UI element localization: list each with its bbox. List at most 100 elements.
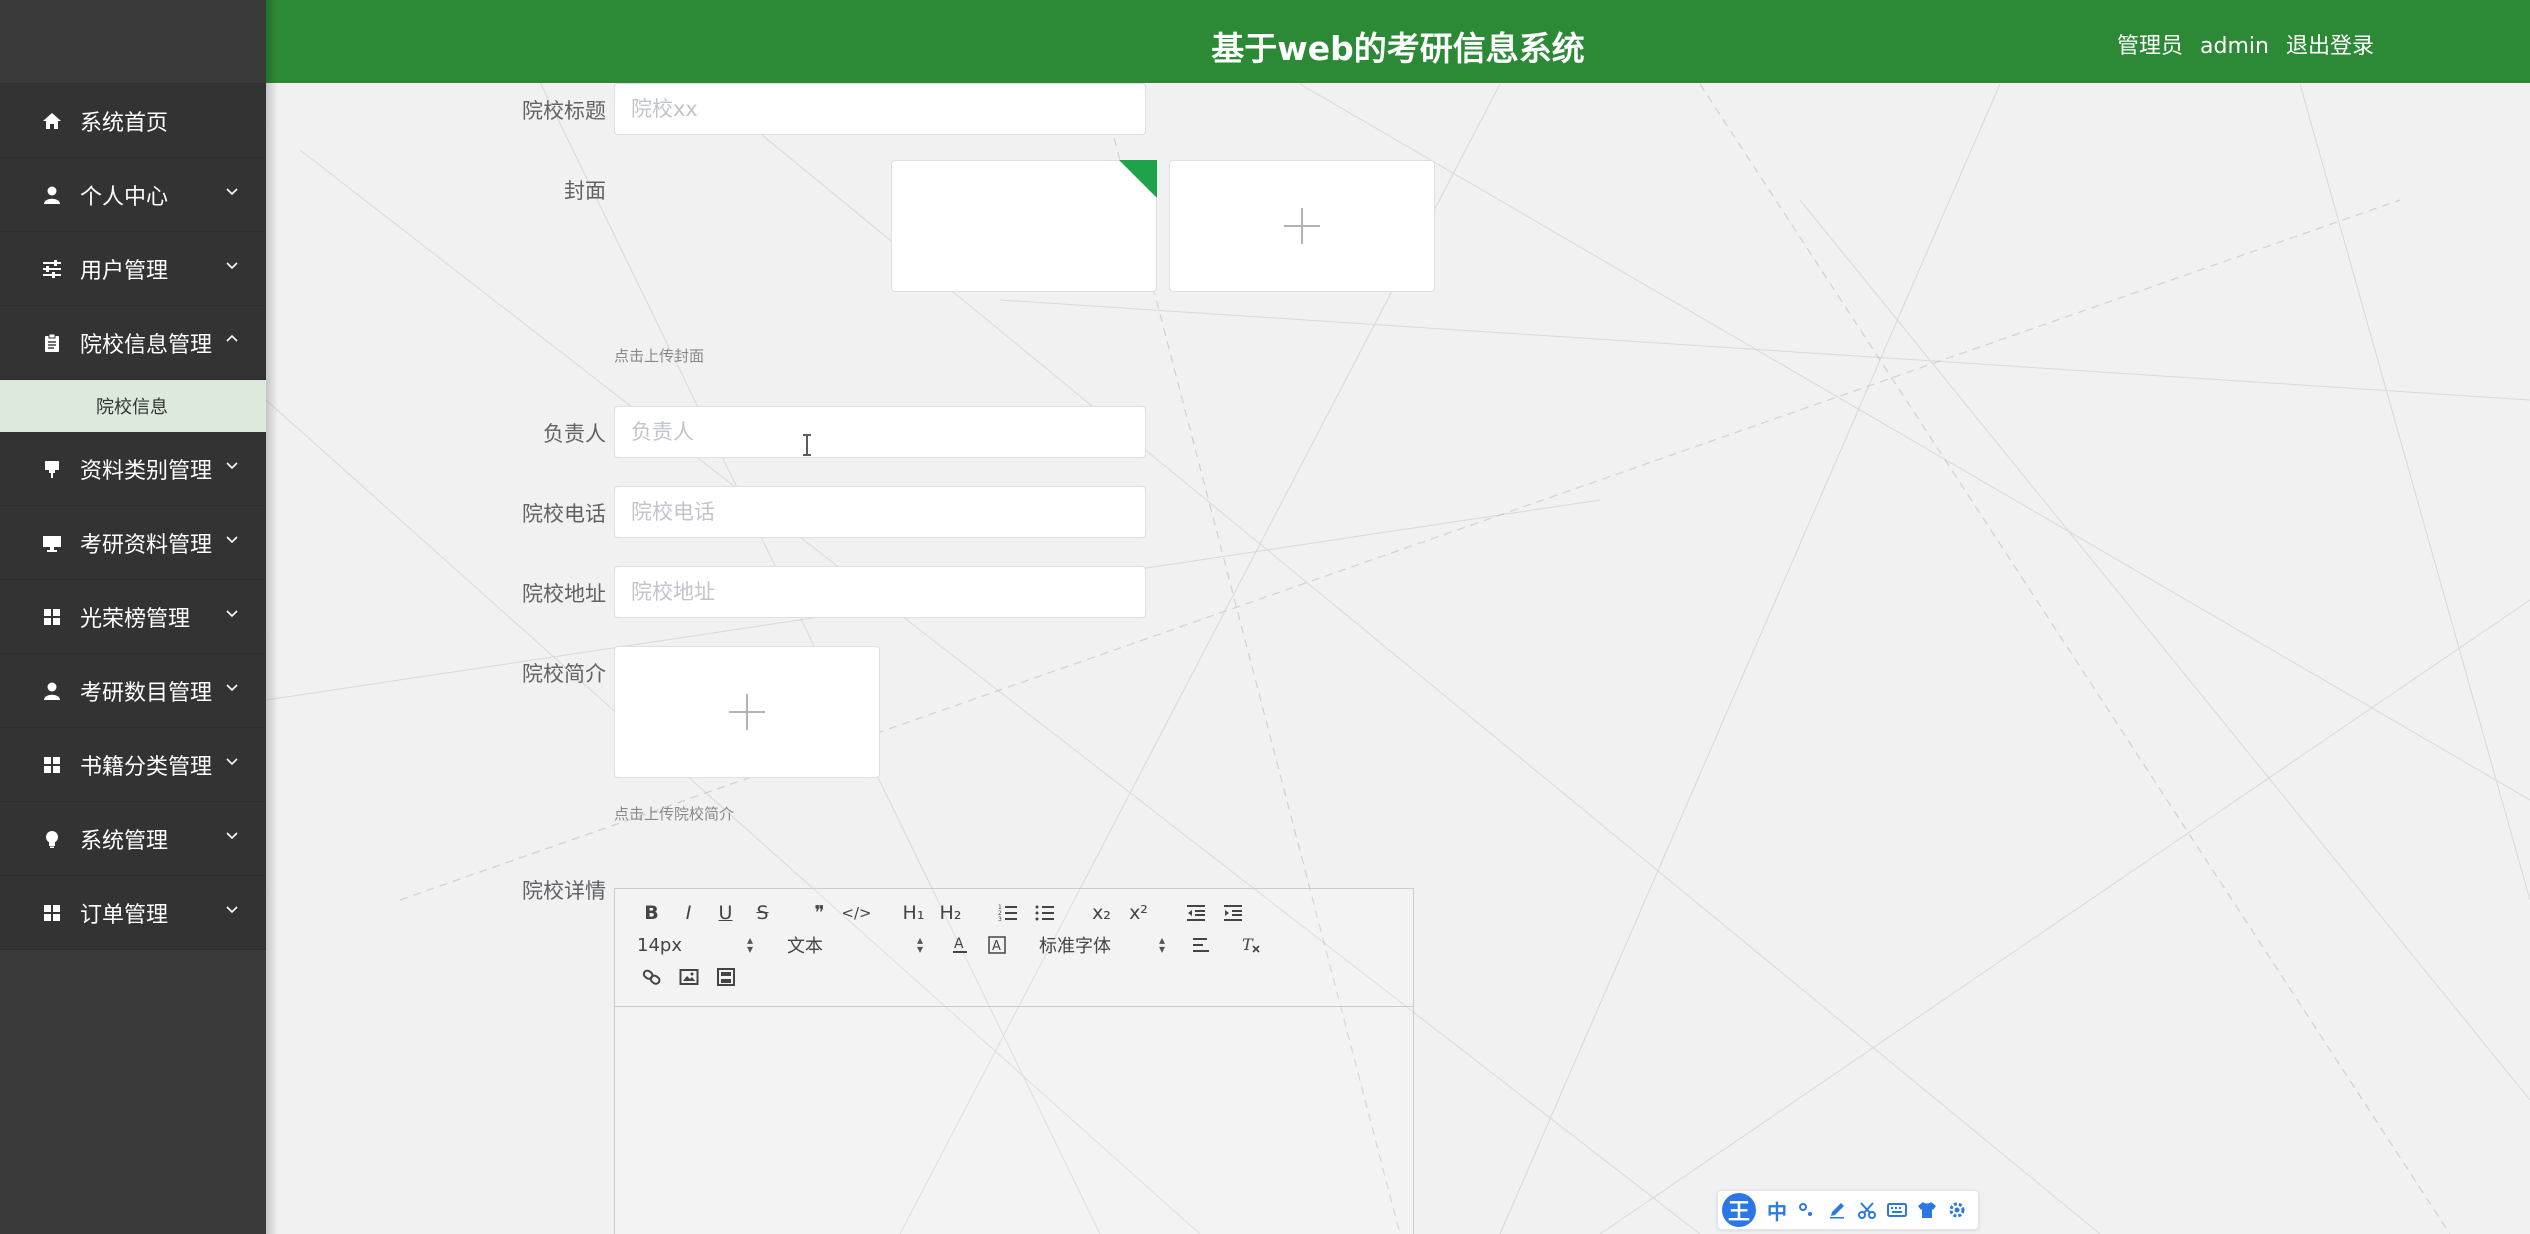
detail-label: 院校详情 <box>522 879 606 903</box>
chevron-down-icon <box>226 832 238 840</box>
phone-input[interactable] <box>614 486 1146 538</box>
keyboard-icon[interactable] <box>1882 1195 1912 1225</box>
clear-format-icon[interactable]: T <box>1232 931 1269 959</box>
image-icon[interactable] <box>670 963 707 991</box>
select-arrows-icon: ▴ ▾ <box>1158 933 1165 956</box>
grid-icon <box>40 605 64 629</box>
username: admin <box>2200 34 2269 59</box>
upload-success-corner <box>1119 160 1157 198</box>
title-label: 院校标题 <box>522 99 606 123</box>
font-size-select[interactable]: 14px ▴ ▾ <box>633 933 763 956</box>
sidebar-shadow <box>266 0 278 1234</box>
plus-icon <box>1284 208 1320 244</box>
clipboard-icon <box>40 331 64 355</box>
skin-icon[interactable] <box>1912 1195 1942 1225</box>
bold-button[interactable]: B <box>633 899 670 927</box>
cover-upload-tip: 点击上传封面 <box>614 347 705 365</box>
home-icon <box>40 109 64 133</box>
sidebar-item-order-management[interactable]: 订单管理 <box>0 876 266 950</box>
sidebar-item-label: 用户管理 <box>80 258 169 284</box>
chevron-down-icon <box>226 188 238 196</box>
chevron-down-icon <box>226 610 238 618</box>
sidebar-item-user-management[interactable]: 用户管理 <box>0 232 266 306</box>
sidebar-item-home[interactable]: 系统首页 <box>0 84 266 158</box>
cover-preview[interactable] <box>891 160 1157 292</box>
editor-content-area[interactable] <box>615 1007 1413 1234</box>
settings-icon[interactable] <box>1942 1195 1972 1225</box>
video-icon[interactable] <box>707 963 744 991</box>
sidebar-item-label: 光荣榜管理 <box>80 606 191 632</box>
user-icon <box>40 183 64 207</box>
sidebar-item-label: 订单管理 <box>80 902 169 928</box>
chevron-down-icon <box>226 684 238 692</box>
user-role: 管理员 <box>2117 34 2184 59</box>
sidebar: 系统首页 个人中心 用户管理 院校信息管理 院校信息 资料类别管理 考研资料管理… <box>0 0 266 1234</box>
sidebar-item-honor-roll[interactable]: 光荣榜管理 <box>0 580 266 654</box>
sidebar-item-personal-center[interactable]: 个人中心 <box>0 158 266 232</box>
address-input[interactable] <box>614 566 1146 618</box>
header-select-value: 文本 <box>787 936 823 957</box>
ime-toolbar: 王 中 <box>1717 1190 1979 1230</box>
svg-text:3: 3 <box>998 916 1002 922</box>
sidebar-item-label: 考研资料管理 <box>80 532 213 558</box>
sidebar-item-material-category[interactable]: 资料类别管理 <box>0 432 266 506</box>
subscript-button[interactable]: x₂ <box>1083 899 1120 927</box>
sidebar-item-label: 考研数目管理 <box>80 680 213 706</box>
sidebar-item-system-management[interactable]: 系统管理 <box>0 802 266 876</box>
intro-upload-button[interactable] <box>614 646 880 778</box>
plus-icon <box>729 694 765 730</box>
chevron-down-icon <box>226 906 238 914</box>
indent-icon[interactable] <box>1214 899 1251 927</box>
code-block-button[interactable]: </> <box>838 899 875 927</box>
cover-upload-button[interactable] <box>1169 160 1435 292</box>
superscript-button[interactable]: x² <box>1120 899 1157 927</box>
sidebar-item-school-management[interactable]: 院校信息管理 <box>0 306 266 380</box>
svg-text:A: A <box>954 936 964 952</box>
sidebar-item-label: 个人中心 <box>80 184 169 210</box>
logout-button[interactable]: 退出登录 <box>2286 34 2374 59</box>
user-icon <box>40 679 64 703</box>
header1-button[interactable]: H₁ <box>895 899 932 927</box>
ime-language-toggle[interactable]: 中 <box>1762 1195 1792 1225</box>
outdent-icon[interactable] <box>1177 899 1214 927</box>
sidebar-item-label: 系统首页 <box>80 110 169 136</box>
pen-icon[interactable] <box>1822 1195 1852 1225</box>
link-icon[interactable] <box>633 963 670 991</box>
monitor-icon <box>40 531 64 555</box>
background-color-icon[interactable]: A <box>978 931 1015 959</box>
sidebar-item-book-category[interactable]: 书籍分类管理 <box>0 728 266 802</box>
user-info: 管理员 admin 退出登录 <box>2107 28 2374 60</box>
sidebar-item-label: 资料类别管理 <box>80 458 213 484</box>
scissors-icon[interactable] <box>1852 1195 1882 1225</box>
blockquote-button[interactable]: ❞ <box>801 899 838 927</box>
italic-button[interactable]: I <box>670 899 707 927</box>
sidebar-item-exam-count[interactable]: 考研数目管理 <box>0 654 266 728</box>
title-input[interactable] <box>614 83 1146 135</box>
school-form: 院校标题 封面 点击上传封面 负责人 院校电话 院校地址 院校简介 点击上传院校… <box>266 83 2530 1234</box>
sidebar-item-label: 书籍分类管理 <box>80 754 213 780</box>
svg-text:T: T <box>1242 936 1254 954</box>
sidebar-item-label: 院校信息管理 <box>80 332 213 358</box>
font-family-select[interactable]: 标准字体 ▴ ▾ <box>1035 932 1175 958</box>
ordered-list-icon[interactable]: 123 <box>989 899 1026 927</box>
sidebar-item-label: 系统管理 <box>80 828 169 854</box>
grid-icon <box>40 753 64 777</box>
manager-input[interactable] <box>614 406 1146 458</box>
bullet-list-icon[interactable] <box>1026 899 1063 927</box>
svg-text:A: A <box>992 939 1001 954</box>
header2-button[interactable]: H₂ <box>932 899 969 927</box>
editor-toolbar: B I U S ❞ </> H₁ H₂ 123 x₂ x² 14px ▴ ▾ 文… <box>615 889 1413 1007</box>
chevron-down-icon <box>226 536 238 544</box>
ime-logo[interactable]: 王 <box>1722 1193 1756 1227</box>
phone-label: 院校电话 <box>522 502 606 526</box>
underline-button[interactable]: U <box>707 899 744 927</box>
sidebar-subitem-school-info[interactable]: 院校信息 <box>0 380 266 432</box>
punctuation-icon[interactable] <box>1792 1195 1822 1225</box>
select-arrows-icon: ▴ ▾ <box>746 933 753 956</box>
select-arrows-icon: ▴ ▾ <box>916 933 923 956</box>
align-icon[interactable] <box>1183 931 1220 959</box>
strike-button[interactable]: S <box>744 899 781 927</box>
sidebar-item-exam-material[interactable]: 考研资料管理 <box>0 506 266 580</box>
header-select[interactable]: 文本 ▴ ▾ <box>783 932 933 958</box>
font-color-icon[interactable]: A <box>941 931 978 959</box>
